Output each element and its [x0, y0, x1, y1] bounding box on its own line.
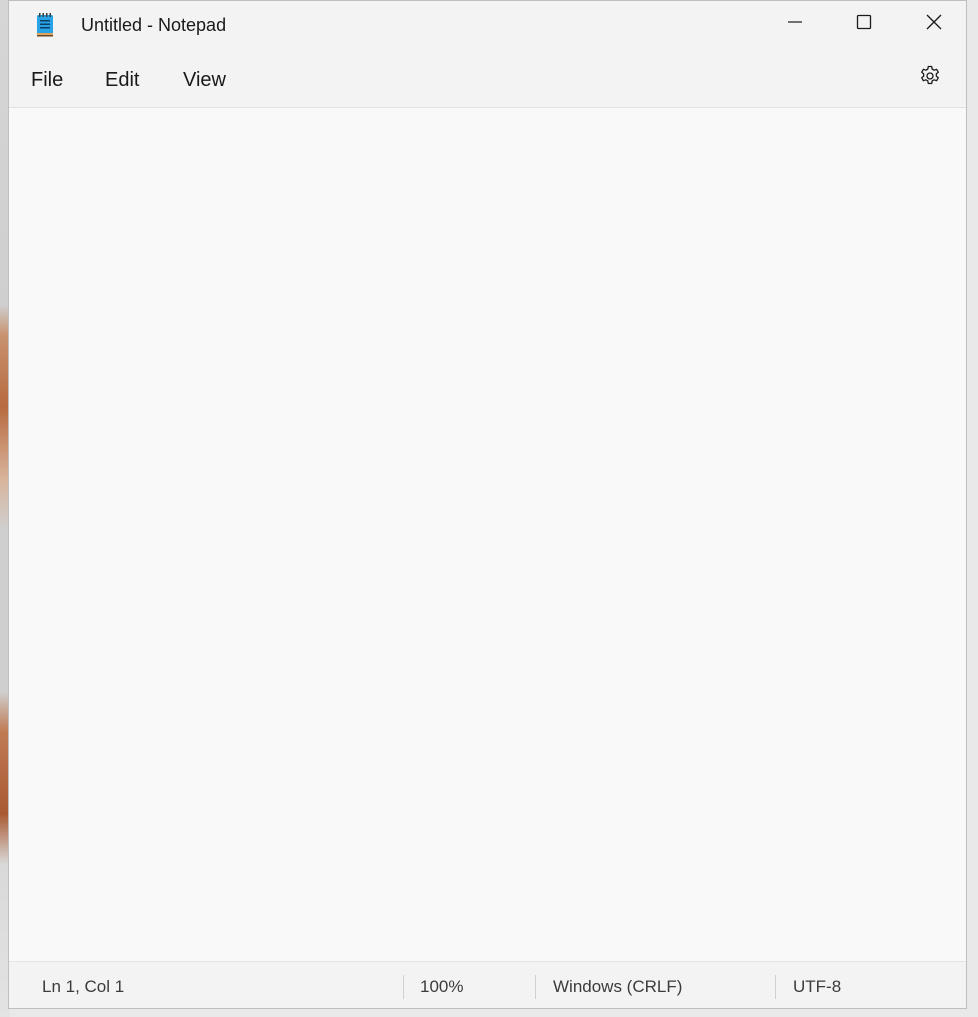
- status-divider: [403, 975, 404, 999]
- maximize-icon: [856, 14, 872, 35]
- cursor-position: Ln 1, Col 1: [42, 977, 125, 996]
- line-ending[interactable]: Windows (CRLF): [553, 962, 682, 1008]
- menu-file[interactable]: File: [29, 49, 65, 107]
- menu-view[interactable]: View: [181, 49, 228, 107]
- status-bar: Ln 1, Col 1 100% Windows (CRLF) UTF-8: [9, 961, 966, 1008]
- menu-edit[interactable]: Edit: [103, 49, 141, 107]
- zoom-level[interactable]: 100%: [420, 962, 463, 1008]
- status-divider: [775, 975, 776, 999]
- minimize-button[interactable]: [772, 1, 818, 47]
- minimize-icon: [787, 14, 803, 35]
- menu-bar: File Edit View: [9, 49, 966, 108]
- notepad-window: Untitled - Notepad File Edit View Ln 1, …: [8, 0, 967, 1009]
- text-editor[interactable]: [9, 108, 966, 961]
- title-bar[interactable]: Untitled - Notepad: [9, 1, 966, 49]
- encoding[interactable]: UTF-8: [793, 962, 841, 1008]
- maximize-button[interactable]: [841, 1, 887, 47]
- close-button[interactable]: [911, 1, 957, 47]
- close-icon: [926, 14, 942, 35]
- gear-icon: [918, 64, 942, 93]
- window-title: Untitled - Notepad: [81, 15, 227, 35]
- notepad-icon: [35, 12, 55, 38]
- status-divider: [535, 975, 536, 999]
- settings-button[interactable]: [915, 63, 945, 93]
